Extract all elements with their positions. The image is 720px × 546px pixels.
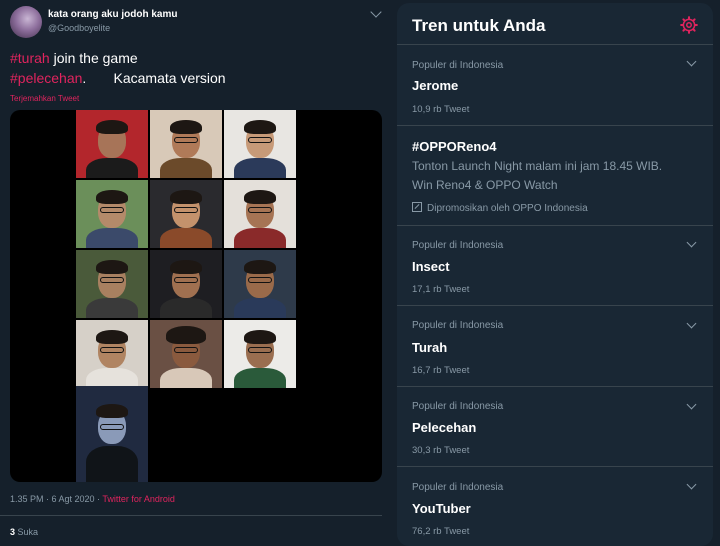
- trend-category: Populer di Indonesia: [412, 60, 504, 71]
- trend-category: Populer di Indonesia: [412, 320, 504, 331]
- promoted-by: Dipromosikan oleh OPPO Indonesia: [412, 202, 588, 214]
- collage-photo: [76, 110, 148, 178]
- display-name[interactable]: kata orang aku jodoh kamu: [48, 9, 177, 20]
- user-handle[interactable]: @Goodboyelite: [48, 23, 110, 33]
- hashtag-link[interactable]: #turah: [10, 50, 50, 66]
- tweet-text: join the game: [49, 50, 138, 66]
- trends-title: Tren untuk Anda: [412, 16, 546, 35]
- collage-photo: [150, 110, 222, 178]
- trend-item[interactable]: Populer di Indonesia Pelecehan 30,3 rb T…: [397, 386, 713, 467]
- trend-item[interactable]: Populer di Indonesia Turah 16,7 rb Tweet: [397, 305, 713, 386]
- trend-item[interactable]: Populer di Indonesia Insect 17,1 rb Twee…: [397, 225, 713, 306]
- promoted-by-text: Dipromosikan oleh OPPO Indonesia: [427, 203, 588, 214]
- tweet-text-line-1: #turah join the game: [10, 50, 138, 66]
- collage-photo: [150, 320, 222, 388]
- trend-category: Populer di Indonesia: [412, 240, 504, 251]
- tweet: kata orang aku jodoh kamu @Goodboyelite …: [0, 0, 392, 546]
- collage-photo: [150, 250, 222, 318]
- promoted-description-line-2: Win Reno4 & OPPO Watch: [412, 178, 558, 192]
- trends-panel: Tren untuk Anda Populer di Indonesia Jer…: [397, 3, 713, 546]
- collage-photo: [76, 320, 148, 388]
- trend-category: Populer di Indonesia: [412, 482, 504, 493]
- trend-name: Insect: [412, 259, 450, 274]
- tweet-timestamp: 1.35 PM · 6 Agt 2020 · Twitter for Andro…: [10, 494, 175, 504]
- chevron-down-icon[interactable]: [686, 56, 697, 67]
- collage-photo: [76, 386, 148, 482]
- collage-photo: [76, 250, 148, 318]
- trend-name: Turah: [412, 340, 448, 355]
- likes-label: Suka: [15, 527, 39, 537]
- promoted-icon: [412, 202, 422, 212]
- trend-item[interactable]: Populer di Indonesia Jerome 10,9 rb Twee…: [397, 44, 713, 125]
- gear-icon[interactable]: [680, 16, 698, 34]
- trend-tweet-count: 76,2 rb Tweet: [412, 526, 470, 537]
- collage-photo: [150, 180, 222, 248]
- trend-name: YouTuber: [412, 501, 471, 516]
- tweet-text-line-2: #pelecehan. Kacamata version: [10, 70, 226, 86]
- collage-photo: [224, 320, 296, 388]
- chevron-down-icon[interactable]: [686, 479, 697, 490]
- timestamp-text[interactable]: 1.35 PM · 6 Agt 2020 ·: [10, 494, 102, 504]
- trend-tweet-count: 17,1 rb Tweet: [412, 284, 470, 295]
- trend-name: #OPPOReno4: [412, 139, 497, 154]
- chevron-down-icon[interactable]: [370, 6, 382, 18]
- tweet-source-link[interactable]: Twitter for Android: [102, 494, 175, 504]
- trend-name: Jerome: [412, 78, 459, 93]
- promoted-trend-item[interactable]: #OPPOReno4 Tonton Launch Night malam ini…: [397, 125, 713, 226]
- chevron-down-icon[interactable]: [686, 318, 697, 329]
- trend-name: Pelecehan: [412, 420, 477, 435]
- chevron-down-icon[interactable]: [686, 237, 697, 248]
- trend-tweet-count: 16,7 rb Tweet: [412, 365, 470, 376]
- trend-tweet-count: 10,9 rb Tweet: [412, 104, 470, 115]
- collage-photo: [224, 180, 296, 248]
- collage-photo: [224, 250, 296, 318]
- tweet-media-image[interactable]: [10, 110, 382, 482]
- likes-count[interactable]: 3 Suka: [10, 527, 38, 537]
- trend-tweet-count: 30,3 rb Tweet: [412, 445, 470, 456]
- collage-photo: [76, 180, 148, 248]
- trend-category: Populer di Indonesia: [412, 401, 504, 412]
- divider: [0, 515, 382, 516]
- chevron-down-icon[interactable]: [686, 399, 697, 410]
- translate-tweet-link[interactable]: Terjemahkan Tweet: [10, 94, 79, 103]
- promoted-description-line-1: Tonton Launch Night malam ini jam 18.45 …: [412, 159, 663, 173]
- photo-collage: [76, 110, 298, 482]
- tweet-text: . Kacamata version: [82, 70, 226, 86]
- trend-item[interactable]: Populer di Indonesia YouTuber 76,2 rb Tw…: [397, 466, 713, 546]
- avatar[interactable]: [10, 6, 42, 38]
- collage-photo: [224, 110, 296, 178]
- hashtag-link[interactable]: #pelecehan: [10, 70, 82, 86]
